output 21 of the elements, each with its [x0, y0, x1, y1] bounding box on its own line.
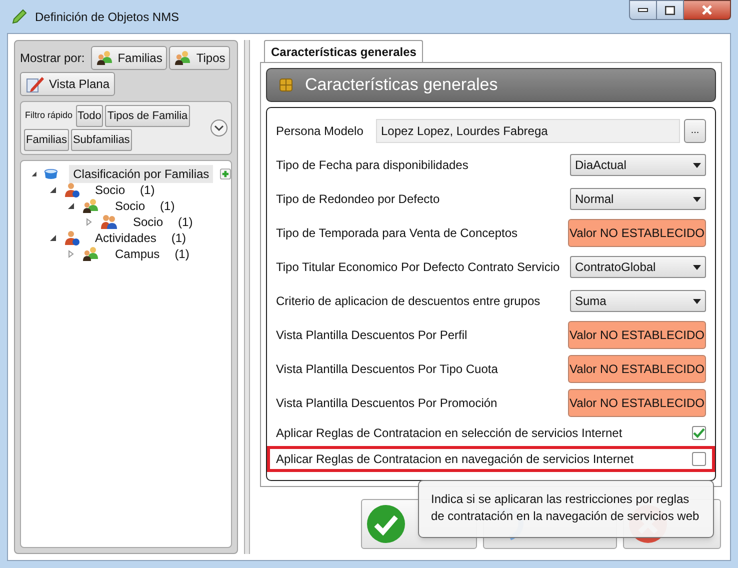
field-label: Aplicar Reglas de Contratacion en selección de servicios Internet — [276, 425, 624, 442]
item-count: (1) — [171, 230, 186, 247]
quick-filter-label: Filtro rápido — [24, 109, 74, 122]
field-label: Tipo de Fecha para disponibilidades — [276, 157, 470, 174]
field-label: Vista Plantilla Descuentos Por Tipo Cuota — [276, 361, 499, 378]
field-label: Criterio de aplicacion de descuentos entre grupos — [276, 293, 542, 310]
item-count: (1) — [174, 246, 190, 263]
window-title: Definición de Objetos NMS — [35, 8, 180, 26]
field-label: Tipo Titular Economico Por Defecto Contrato Servicio — [276, 259, 561, 276]
item-count: (1) — [178, 214, 193, 231]
show-by-label: Mostrar por: — [20, 50, 85, 67]
item-count: (1) — [140, 182, 155, 199]
field-label: Aplicar Reglas de Contratacion en navegación de servicios Internet — [276, 451, 635, 468]
tooltip: Indica si se aplicaran las restricciones por reglas de contratación en la navegación de servicios web — [418, 480, 714, 538]
field-label: Vista Plantilla Descuentos Por Perfil — [276, 327, 468, 344]
field-label: Vista Plantilla Descuentos Por Promoción — [276, 395, 498, 412]
section-title: Características generales — [305, 74, 498, 96]
item-count: (1) — [160, 198, 175, 215]
field-label: Tipo de Temporada para Venta de Conceptos — [276, 225, 518, 242]
field-label: Tipo de Redondeo por Defecto — [276, 191, 441, 208]
field-label: Persona Modelo — [276, 123, 364, 140]
